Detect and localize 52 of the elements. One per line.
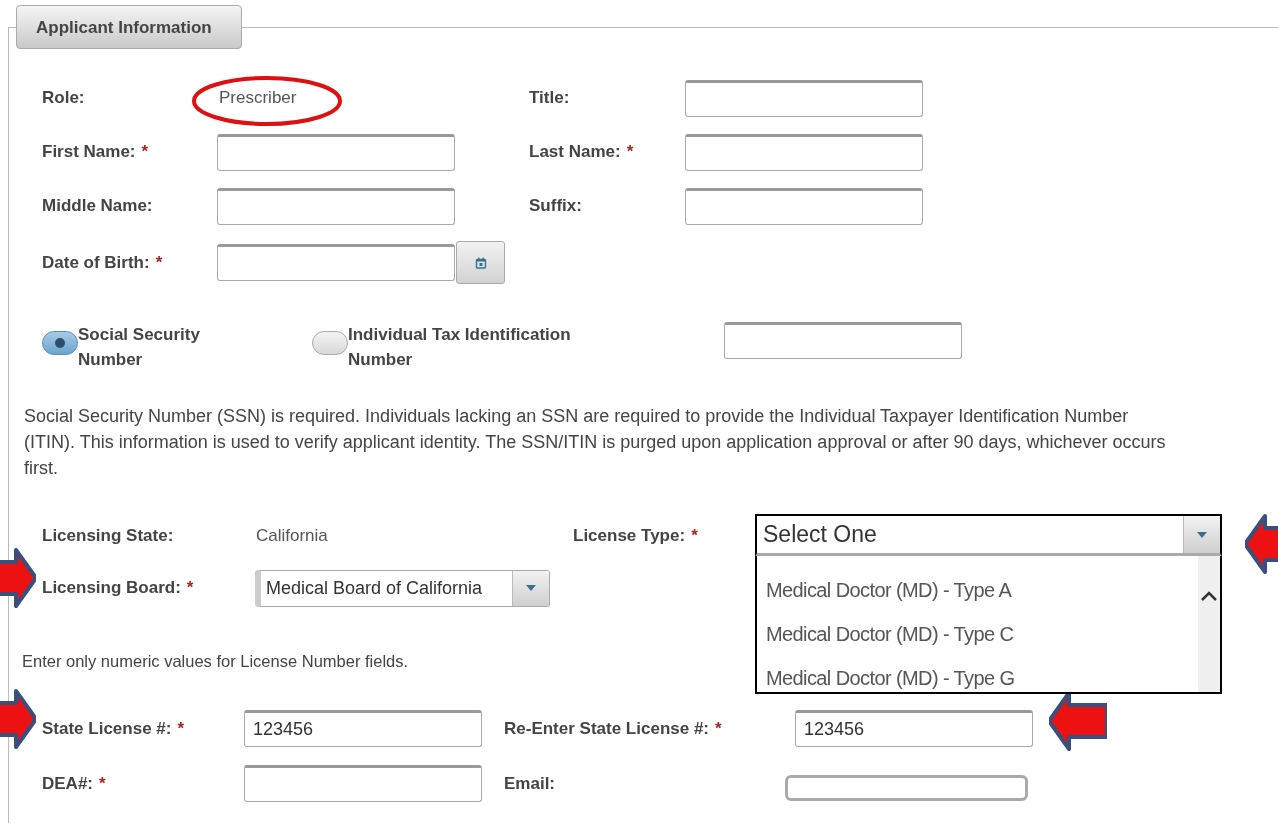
caret-icon xyxy=(1197,531,1207,538)
input-field[interactable] xyxy=(217,133,455,171)
input-field[interactable] xyxy=(685,187,923,225)
required-mark: * xyxy=(186,578,194,598)
field-label: Role: xyxy=(42,88,85,108)
radio-label: Social Security Number xyxy=(78,324,201,371)
field-label: Title: xyxy=(529,88,570,108)
input-field[interactable] xyxy=(244,765,482,802)
radio-button[interactable] xyxy=(42,331,78,355)
field-label: State License #: xyxy=(42,718,172,739)
required-mark: * xyxy=(715,718,722,739)
input-field[interactable]: 123456 xyxy=(244,710,482,747)
input-field[interactable] xyxy=(217,187,455,225)
radio-label: Individual Tax Identification Number xyxy=(348,324,572,371)
input-field[interactable] xyxy=(724,322,962,359)
required-mark: * xyxy=(155,252,163,273)
dropdown[interactable]: Select One xyxy=(755,514,1222,557)
dropdown-option[interactable]: Medical Doctor (MD) - Type G xyxy=(766,666,1198,691)
radio-button[interactable] xyxy=(312,331,348,355)
hint-text: Enter only numeric values for License Number fields. xyxy=(22,652,410,671)
field-value: Prescriber xyxy=(218,88,297,108)
field-label: First Name: xyxy=(42,142,136,162)
field-label: Re-Enter State License #: xyxy=(504,718,709,739)
field-label: License Type: xyxy=(573,525,686,546)
notice-text: Social Security Number (SSN) is required. Individuals lacking an SSN are required to provide the Individual Taxpayer Identification Number (ITIN). This information is used to verify applicant identity. The SSN/ITIN is purged upon application approval or after 90 days, whichever occurs first. xyxy=(24,405,1167,480)
dropdown-option[interactable]: Medical Doctor (MD) - Type A xyxy=(766,578,1198,603)
field-label: Middle Name: xyxy=(42,196,153,216)
chevron-up-icon xyxy=(1200,590,1218,602)
field-value: California xyxy=(255,525,328,546)
field-label: Email: xyxy=(504,773,556,794)
field-label: Suffix: xyxy=(529,196,582,216)
calendar-button[interactable] xyxy=(456,241,505,284)
required-mark: * xyxy=(99,773,106,794)
input-field[interactable] xyxy=(685,79,923,117)
field-label: Licensing Board: xyxy=(42,578,181,598)
calendar-icon xyxy=(474,256,487,269)
caret-icon xyxy=(526,585,536,591)
input-field[interactable] xyxy=(685,133,923,171)
field-label: Last Name: xyxy=(529,142,621,162)
scrollbar[interactable] xyxy=(1198,556,1220,692)
date-field[interactable] xyxy=(217,244,455,281)
field-label: Licensing State: xyxy=(42,525,174,546)
field-label: DEA#: xyxy=(42,773,93,794)
required-mark: * xyxy=(626,142,634,162)
required-mark: * xyxy=(691,525,698,546)
dropdown-option[interactable]: Medical Doctor (MD) - Type C xyxy=(766,622,1198,647)
required-mark: * xyxy=(177,718,185,739)
email-field[interactable] xyxy=(785,774,1028,801)
input-field[interactable]: 123456 xyxy=(795,710,1033,747)
required-mark: * xyxy=(141,142,149,162)
field-label: Date of Birth: xyxy=(42,252,150,273)
dropdown[interactable]: Medical Board of California xyxy=(255,569,550,607)
